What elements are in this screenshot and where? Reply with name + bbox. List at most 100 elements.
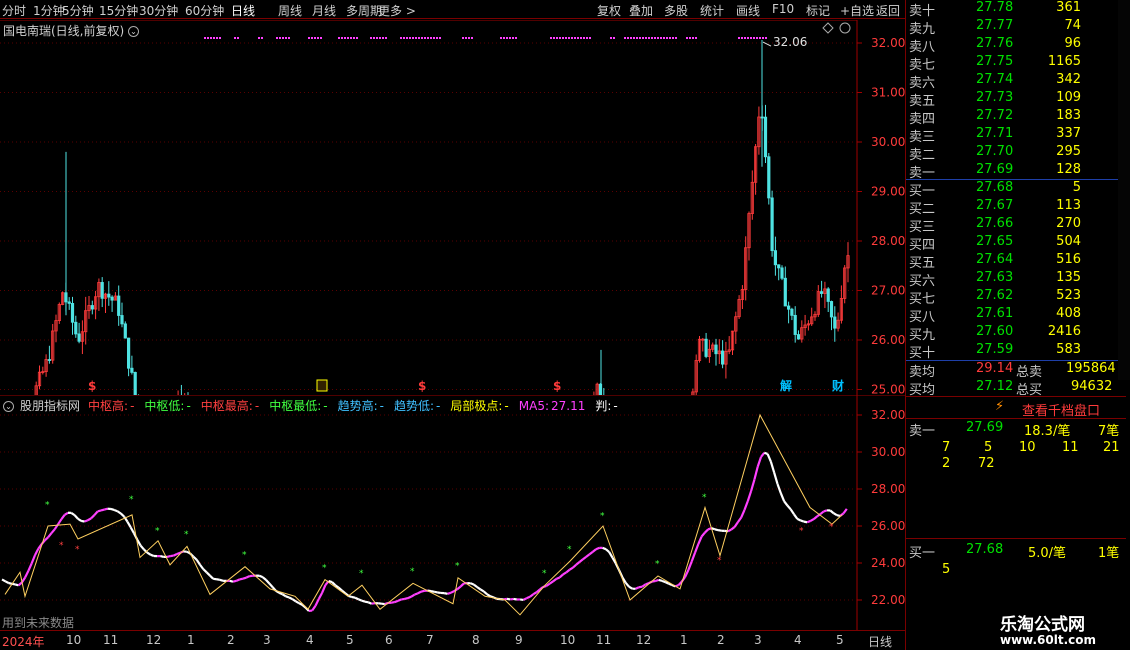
period-tab-6[interactable]: 日线 (231, 2, 255, 19)
book-row-volume: 183 (1056, 108, 1081, 123)
indicator-tick: 30.00 (871, 445, 905, 459)
period-tab-4[interactable]: 30分钟 (139, 2, 178, 19)
period-tab-1[interactable]: 1分钟 (33, 2, 65, 19)
book-row-volume: 96 (1064, 36, 1081, 51)
event-marker[interactable]: 解 (780, 378, 792, 393)
book-row[interactable]: 买七 27.62 523 (906, 288, 1126, 307)
svg-text:*: * (59, 541, 64, 551)
indicator-field-0: 中枢高: - (88, 399, 136, 413)
event-marker[interactable]: $ (553, 379, 561, 393)
book-row[interactable]: 买二 27.67 113 (906, 198, 1126, 217)
svg-text:*: * (567, 545, 572, 555)
indicator-field-label: 局部极点: (450, 399, 503, 413)
book-row[interactable]: 卖九 27.77 74 (906, 18, 1126, 37)
book-row-volume: 5 (1072, 180, 1081, 195)
tool-button-0[interactable]: 复权 (597, 2, 621, 19)
price-tick: 32.00 (871, 36, 905, 50)
period-tab-8[interactable]: 月线 (312, 2, 336, 19)
date-label: 6 (385, 633, 393, 647)
indicator-tick: 24.00 (871, 556, 905, 570)
book-row-price: 27.60 (976, 324, 1014, 339)
side-strip (1118, 0, 1130, 380)
candle-body (74, 321, 78, 335)
event-marker[interactable]: $ (418, 379, 426, 393)
book-row-label: 买四 (909, 238, 936, 253)
candle-body (107, 293, 111, 298)
book-row[interactable]: 卖五 27.73 109 (906, 90, 1126, 109)
period-tab-9[interactable]: 多周期 (346, 2, 382, 19)
book-row-price: 27.75 (976, 54, 1014, 69)
book-row-label: 卖二 (909, 148, 936, 163)
total-buy-value: 94632 (1071, 379, 1113, 394)
book-row[interactable]: 买三 27.66 270 (906, 216, 1126, 235)
book-row[interactable]: 卖七 27.75 1165 (906, 54, 1126, 73)
book-row-price: 27.67 (976, 198, 1014, 213)
book-row[interactable]: 买六 27.63 135 (906, 270, 1126, 289)
event-marker[interactable]: 财 (831, 378, 844, 393)
book-row-label: 买八 (909, 310, 936, 325)
period-tab-10[interactable]: 更多 > (378, 2, 416, 19)
book-row[interactable]: 卖六 27.74 342 (906, 72, 1126, 91)
book-row[interactable]: 买四 27.65 504 (906, 234, 1126, 253)
candlestick-chart[interactable]: 32.00 31.00 30.00 29.00 28.00 27.00 26.00 25.00… (0, 20, 905, 395)
book-row-label: 买一 (909, 184, 936, 199)
candle-body (787, 305, 791, 310)
indicator-field-8: 判: - (595, 399, 619, 413)
book-row[interactable]: 卖八 27.76 96 (906, 36, 1126, 55)
date-label: 11 (103, 633, 119, 647)
svg-text:*: * (75, 545, 80, 555)
book-row[interactable]: 卖二 27.70 295 (906, 144, 1126, 163)
book-row[interactable]: 卖十 27.78 361 (906, 0, 1126, 19)
period-tab-2[interactable]: 5分钟 (62, 2, 94, 19)
book-row[interactable]: 买一 27.68 5 (906, 180, 1126, 199)
indicator-chart[interactable]: 32.00 30.00 28.00 26.00 24.00 22.00 * * * * * * * * * *… (0, 395, 905, 630)
indicator-menu-icon[interactable]: ⌄ (3, 401, 14, 412)
indicator-header: ⌄ 股朋指标网 中枢高: - 中枢低: - 中枢最高: - 中枢最低: - 趋势高: - 趋势低: - 局部… (3, 397, 622, 414)
indicator-field-value: - (130, 399, 135, 413)
period-tab-3[interactable]: 15分钟 (99, 2, 138, 19)
tool-button-5[interactable]: F10 (772, 2, 794, 16)
book-divider (906, 538, 1126, 539)
calendar-icon[interactable] (316, 379, 328, 392)
tool-button-1[interactable]: 叠加 (629, 2, 653, 19)
tool-button-2[interactable]: 多股 (664, 2, 688, 19)
book-row[interactable]: 买五 27.64 516 (906, 252, 1126, 271)
book-row-label: 卖十 (909, 4, 936, 19)
bid1-detail-price: 27.68 (966, 542, 1004, 557)
tool-button-6[interactable]: 标记 (806, 2, 830, 19)
chevron-down-icon[interactable]: ⌄ (128, 26, 140, 37)
candle-body (120, 315, 124, 325)
book-row[interactable]: 卖四 27.72 183 (906, 108, 1126, 127)
book-row-volume: 408 (1056, 306, 1081, 321)
period-tab-5[interactable]: 60分钟 (185, 2, 224, 19)
tool-button-4[interactable]: 画线 (736, 2, 760, 19)
book-row-label: 卖八 (909, 40, 936, 55)
book-row[interactable]: 买九 27.60 2416 (906, 324, 1126, 343)
date-label: 10 (560, 633, 576, 647)
ask1-detail-label: 卖一 (909, 424, 936, 439)
candle-body (721, 350, 725, 365)
date-label: 5 (346, 633, 354, 647)
book-row[interactable]: 卖一 27.69 128 (906, 162, 1126, 181)
tool-button-7[interactable]: +自选 (840, 2, 874, 19)
view-depth-button[interactable]: 查看千档盘口 (1022, 400, 1100, 419)
book-row[interactable]: 买十 27.59 583 (906, 342, 1126, 361)
tool-button-3[interactable]: 统计 (700, 2, 724, 19)
indicator-field-label: 中枢低: (144, 399, 185, 413)
period-tab-0[interactable]: 分时 (2, 2, 26, 19)
candle-body (123, 323, 127, 339)
ask1-detail-count: 7笔 (1098, 424, 1120, 439)
ask1-order: 21 (1103, 440, 1120, 455)
book-row[interactable]: 买八 27.61 408 (906, 306, 1126, 325)
indicator-field-label: 中枢最低: (269, 399, 322, 413)
book-row-volume: 270 (1056, 216, 1081, 231)
book-row-price: 27.59 (976, 342, 1014, 357)
period-tab-7[interactable]: 周线 (278, 2, 302, 19)
high-price-label: 32.06 (773, 35, 807, 49)
tool-button-8[interactable]: 返回 (876, 2, 900, 19)
indicator-field-2: 中枢最高: - (201, 399, 261, 413)
book-row-label: 卖七 (909, 58, 936, 73)
event-marker[interactable]: $ (88, 379, 96, 393)
book-row[interactable]: 卖三 27.71 337 (906, 126, 1126, 145)
date-label: 4 (306, 633, 314, 647)
